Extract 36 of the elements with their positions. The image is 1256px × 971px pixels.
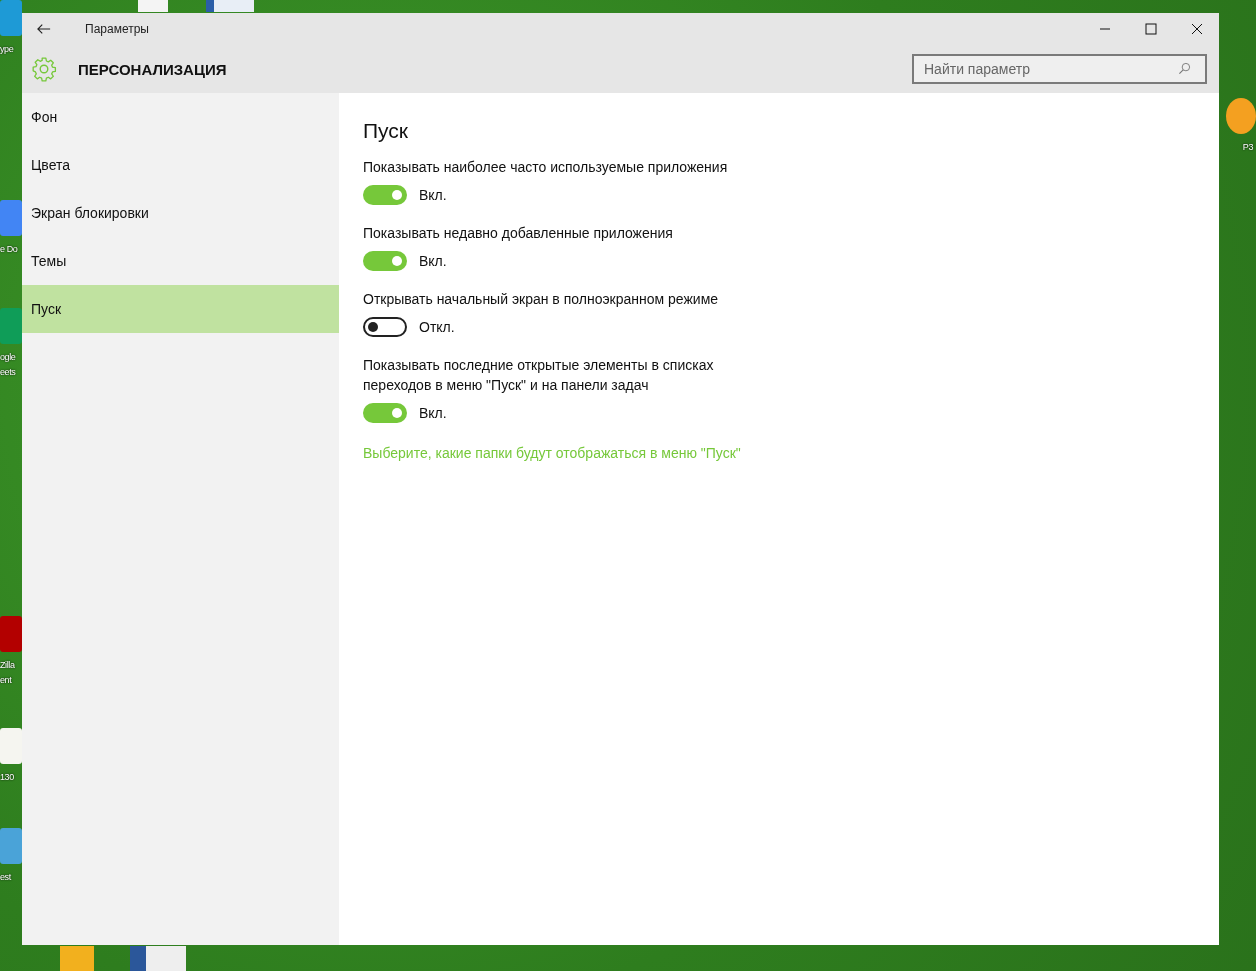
setting-label: Показывать недавно добавленные приложения [363, 224, 674, 243]
desktop-icon-label: est [0, 871, 12, 884]
desktop-icon-label: 130 [0, 771, 15, 784]
back-arrow-icon[interactable] [37, 23, 51, 35]
toggle-state-label: Откл. [419, 319, 455, 335]
window-title: Параметры [85, 22, 149, 36]
desktop-icon-label: ype [0, 43, 15, 56]
sidebar-item[interactable]: Темы [22, 237, 339, 285]
maximize-icon[interactable] [1145, 23, 1157, 35]
sidebar-item[interactable]: Цвета [22, 141, 339, 189]
toggle-switch[interactable] [363, 185, 407, 205]
toggle-state-label: Вкл. [419, 187, 447, 203]
sidebar-item[interactable]: Экран блокировки [22, 189, 339, 237]
toggle-state-label: Вкл. [419, 253, 447, 269]
setting-label: Показывать наиболее часто используемые приложения [363, 158, 729, 177]
toggle-switch[interactable] [363, 251, 407, 271]
search-icon[interactable] [1178, 62, 1191, 75]
desktop-icon-label: Zilla ent [0, 659, 16, 687]
toggle-switch[interactable] [363, 403, 407, 423]
search-field[interactable]: Найти параметр [912, 54, 1207, 84]
desktop-icon-label: e Do [0, 243, 19, 256]
setting-label: Открывать начальный экран в полноэкранном режиме [363, 290, 720, 309]
section-title: ПЕРСОНАЛИЗАЦИЯ [78, 60, 227, 78]
toggle-switch[interactable] [363, 317, 407, 337]
page-title: Пуск [363, 119, 410, 143]
sidebar-item[interactable]: Фон [22, 93, 339, 141]
desktop-document-icon[interactable] [206, 0, 254, 12]
desktop-icon-label: P3 [1242, 141, 1254, 154]
desktop-document-icon[interactable] [130, 946, 186, 971]
setting-label: Показывать последние открытые элементы в списках переходов в меню "Пуск" и на панели задач [363, 356, 715, 395]
toggle-state-label: Вкл. [419, 405, 447, 421]
close-icon[interactable] [1191, 23, 1203, 35]
desktop-icon-label: ogle eets [0, 351, 17, 379]
desktop-app-icon[interactable] [1226, 98, 1256, 134]
sidebar-item[interactable]: Пуск [22, 285, 339, 333]
settings-icon [31, 56, 57, 82]
